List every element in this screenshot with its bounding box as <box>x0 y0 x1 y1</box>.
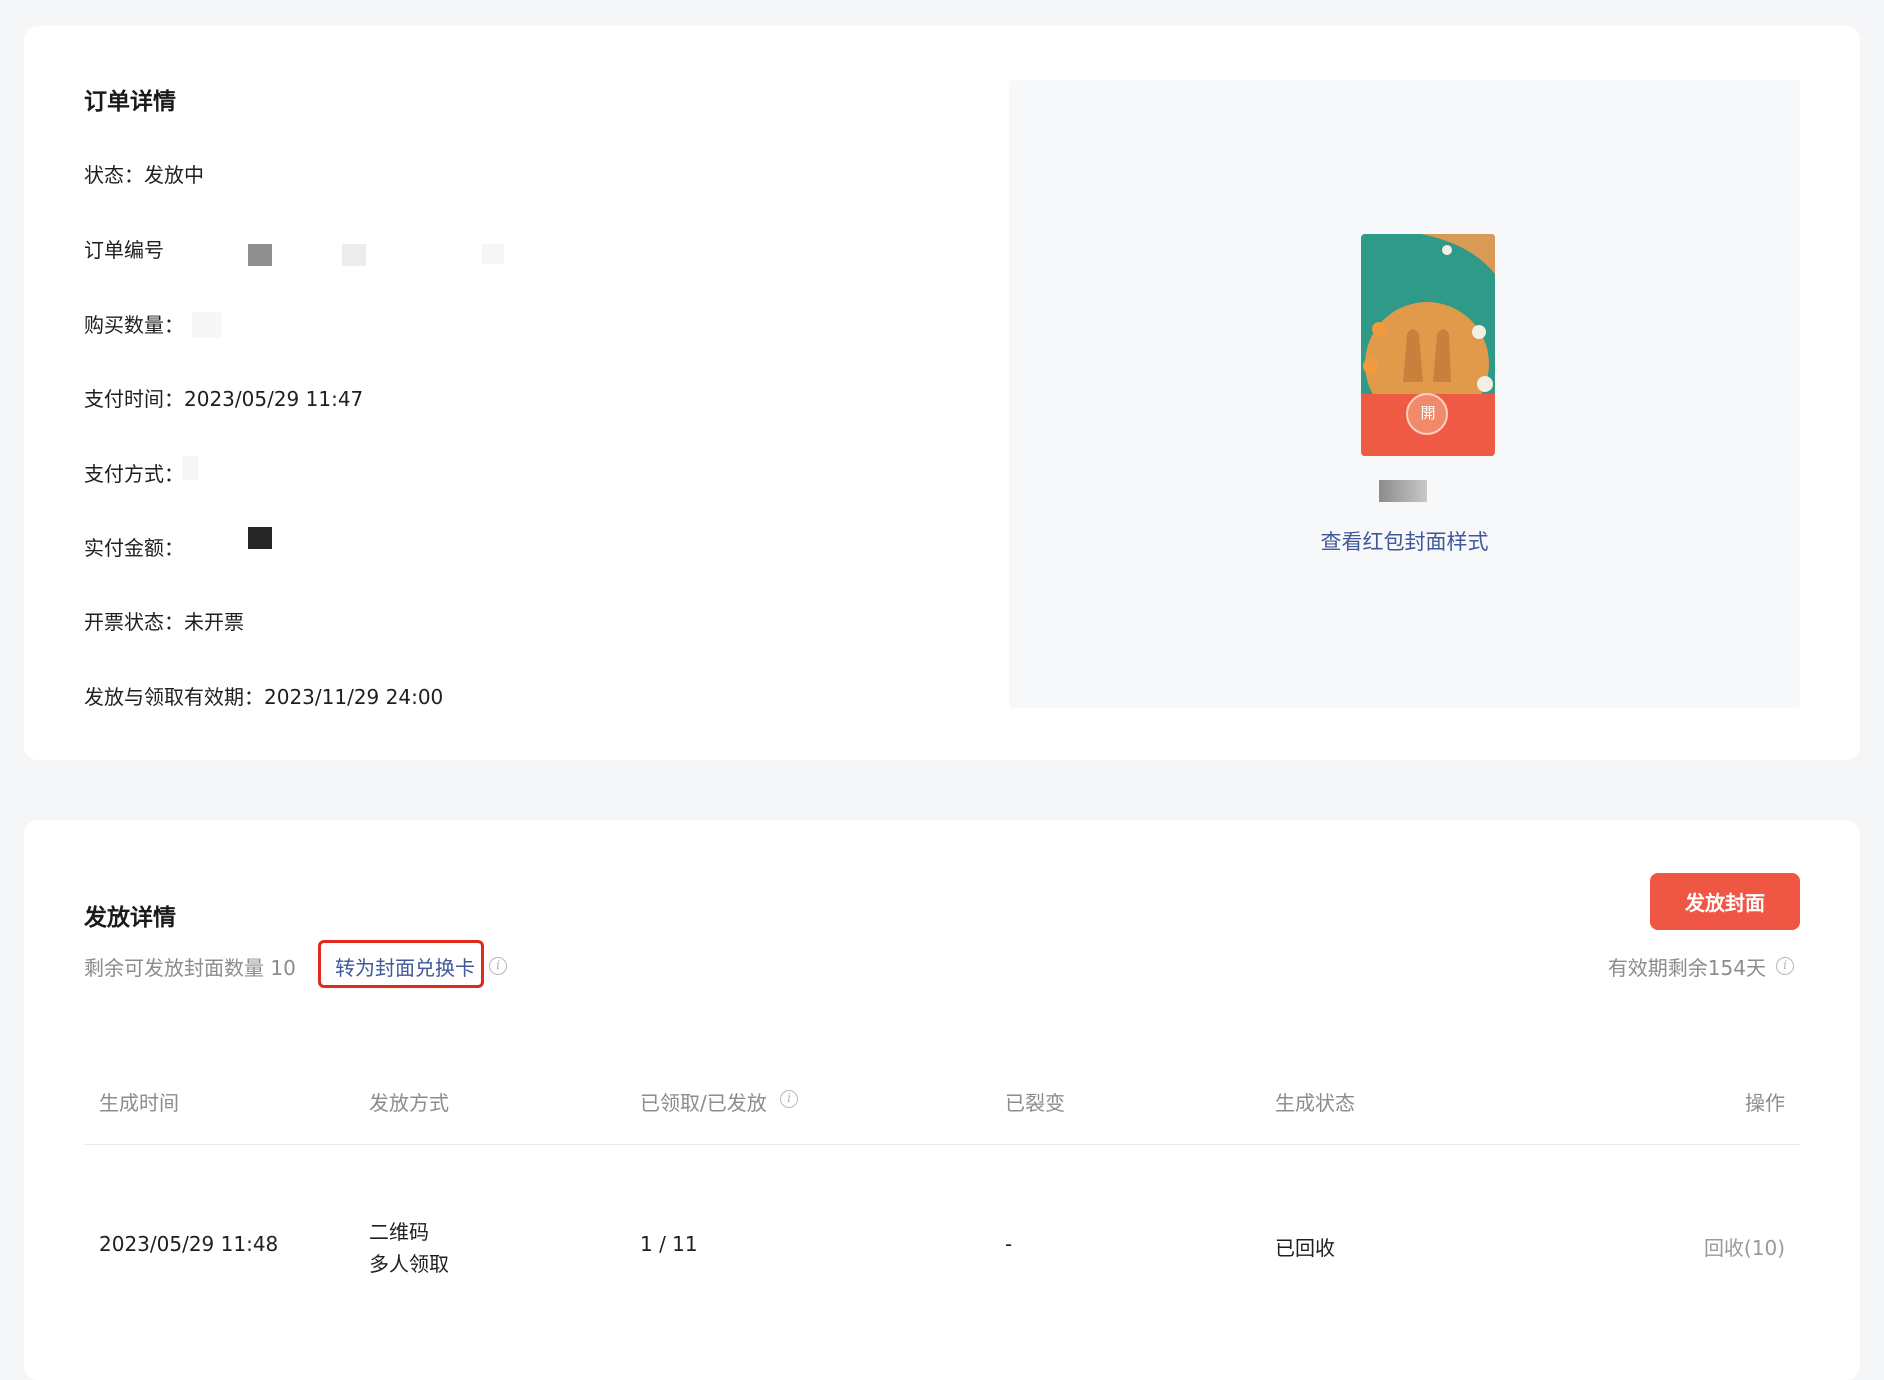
cell-claimed-sent: 1 / 11 <box>640 1232 698 1256</box>
redacted-order-number-part <box>482 244 504 264</box>
cover-preview-panel: 開 查看红包封面样式 <box>1009 80 1800 708</box>
paid-amount-label: 实付金额： <box>84 536 184 560</box>
order-details-card: 订单详情 状态：发放中 订单编号 购买数量： 支付时间：2023/05/29 1… <box>24 26 1860 760</box>
column-header-actions: 操作 <box>1745 1091 1785 1115</box>
redacted-order-number <box>248 244 272 266</box>
table-divider <box>84 1144 1800 1145</box>
distribution-details-title: 发放详情 <box>84 905 176 931</box>
column-header-created-time: 生成时间 <box>99 1091 179 1115</box>
cell-status: 已回收 <box>1275 1236 1335 1260</box>
cell-method-line2: 多人领取 <box>369 1252 449 1276</box>
validity-period: 发放与领取有效期：2023/11/29 24:00 <box>84 685 444 709</box>
column-header-method: 发放方式 <box>369 1091 449 1115</box>
cover-seal-glyph: 開 <box>1420 404 1436 422</box>
order-status: 状态：发放中 <box>84 163 204 187</box>
purchase-quantity-label: 购买数量： <box>84 313 184 337</box>
redacted-payment-method <box>182 456 198 480</box>
expiry-remaining: 有效期剩余154天 <box>1607 956 1766 980</box>
redacted-amount <box>248 527 272 549</box>
info-icon[interactable]: i <box>489 957 507 975</box>
redacted-cover-name <box>1379 480 1427 502</box>
invoice-status: 开票状态：未开票 <box>84 610 244 634</box>
info-icon[interactable]: i <box>780 1090 798 1108</box>
payment-time: 支付时间：2023/05/29 11:47 <box>84 387 364 411</box>
cell-fission: - <box>1005 1232 1013 1256</box>
redacted-order-number-part <box>342 244 366 266</box>
column-header-status: 生成状态 <box>1275 1091 1355 1115</box>
column-header-claimed-sent: 已领取/已发放 <box>640 1091 767 1115</box>
info-icon[interactable]: i <box>1776 957 1794 975</box>
remaining-count: 剩余可发放封面数量 10 <box>84 956 296 980</box>
distribution-details-card: 发放详情 发放封面 剩余可发放封面数量 10 转为封面兑换卡 i 有效期剩余15… <box>24 820 1860 1380</box>
cell-method-line1: 二维码 <box>369 1220 429 1244</box>
recall-link[interactable]: 回收(10) <box>1704 1232 1785 1261</box>
order-number-label: 订单编号 <box>84 238 164 262</box>
red-packet-cover-image[interactable]: 開 <box>1361 234 1495 456</box>
send-cover-button[interactable]: 发放封面 <box>1650 873 1800 930</box>
cell-created-time: 2023/05/29 11:48 <box>99 1232 279 1256</box>
redacted-quantity <box>192 312 222 338</box>
column-header-fission: 已裂变 <box>1005 1091 1065 1115</box>
view-cover-style-link[interactable]: 查看红包封面样式 <box>1009 526 1800 556</box>
order-details-title: 订单详情 <box>84 89 176 115</box>
convert-to-redeem-card-link[interactable]: 转为封面兑换卡 <box>335 952 475 981</box>
payment-method-label: 支付方式： <box>84 462 184 486</box>
